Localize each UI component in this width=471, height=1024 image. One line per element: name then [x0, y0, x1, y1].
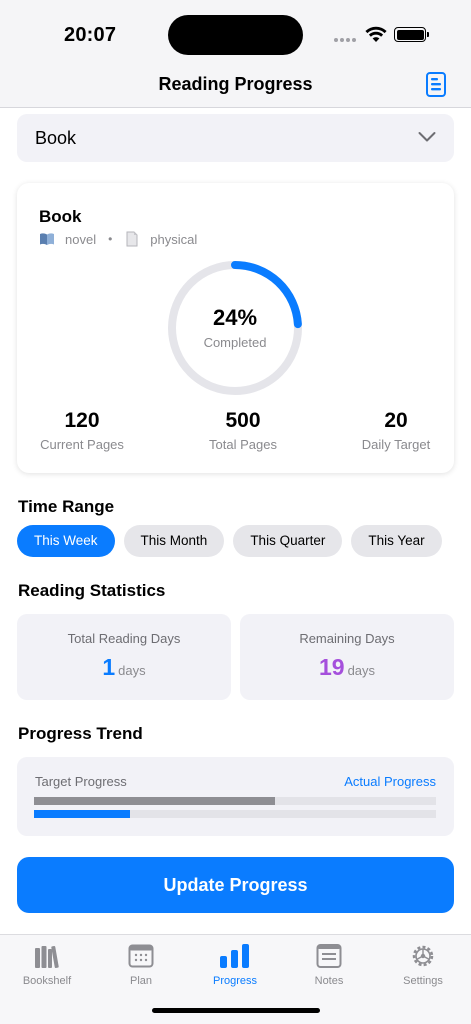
book-picker-value: Book: [35, 128, 77, 148]
total-pages-value: 500: [225, 409, 261, 432]
actual-progress-bar: [34, 810, 436, 818]
tab-settings[interactable]: Settings: [376, 943, 470, 987]
book-format: physical: [150, 231, 198, 247]
total-pages-stat: 500 Total Pages: [188, 409, 298, 452]
total-reading-days-card: Total Reading Days 1 days: [17, 614, 231, 700]
battery-icon: [394, 27, 429, 42]
time-range-title: Time Range: [18, 497, 115, 516]
tab-notes[interactable]: Notes: [282, 943, 376, 987]
time-range-segmented-control: This Week This Month This Quarter This Y…: [17, 525, 442, 557]
current-pages-stat: 120 Current Pages: [27, 409, 137, 452]
total-reading-days-label: Total Reading Days: [67, 631, 181, 646]
open-book-icon: [40, 233, 54, 245]
time-range-this-year[interactable]: This Year: [351, 525, 442, 557]
book-genre: novel: [65, 231, 97, 247]
total-reading-days-unit: days: [118, 663, 146, 678]
actual-progress-fill: [34, 810, 131, 818]
remaining-days-value: 19: [318, 654, 345, 680]
update-progress-button[interactable]: Update Progress: [17, 857, 454, 913]
time-range-this-quarter[interactable]: This Quarter: [233, 525, 343, 557]
remaining-days-unit: days: [347, 663, 376, 678]
progress-trend-card: Target Progress Actual Progress: [17, 757, 454, 836]
document-icon: [126, 231, 138, 247]
book-meta: novel • physical: [39, 231, 197, 247]
tab-label: Plan: [129, 975, 153, 987]
wifi-icon: [365, 26, 387, 42]
current-pages-value: 120: [64, 409, 100, 432]
remaining-days-card: Remaining Days 19 days: [240, 614, 454, 700]
tab-bookshelf[interactable]: Bookshelf: [0, 943, 94, 987]
tab-progress[interactable]: Progress: [188, 943, 282, 987]
navigation-bar: Reading Progress: [0, 60, 471, 108]
books-icon: [35, 945, 59, 969]
total-pages-label: Total Pages: [209, 437, 277, 452]
status-bar: 20:07: [0, 0, 471, 60]
actual-progress-label: Actual Progress: [344, 774, 436, 789]
notes-icon: [316, 944, 342, 968]
current-pages-label: Current Pages: [40, 437, 124, 452]
target-progress-bar: [34, 797, 436, 805]
tab-label: Progress: [212, 975, 258, 987]
dynamic-island: [168, 15, 303, 55]
calendar-icon: [128, 944, 154, 968]
daily-target-label: Daily Target: [361, 437, 431, 452]
book-picker[interactable]: Book: [17, 114, 454, 162]
progress-caption: Completed: [203, 335, 267, 350]
cellular-signal-icon: [334, 38, 356, 42]
tab-label: Settings: [403, 975, 443, 987]
book-progress-card: Book novel • physical 24% Completed 120 …: [17, 183, 454, 473]
progress-trend-title: Progress Trend: [18, 724, 143, 743]
bar-chart-icon: [220, 944, 249, 968]
home-indicator: [152, 1008, 320, 1013]
daily-target-stat: 20 Daily Target: [341, 409, 451, 452]
tab-plan[interactable]: Plan: [94, 943, 188, 987]
tab-label: Notes: [314, 975, 344, 987]
progress-percent: 24%: [212, 305, 258, 330]
book-title: Book: [39, 207, 82, 226]
target-progress-label: Target Progress: [35, 774, 127, 789]
page-title: Reading Progress: [158, 74, 313, 94]
reading-statistics-title: Reading Statistics: [18, 581, 166, 600]
remaining-days-label: Remaining Days: [299, 631, 395, 646]
total-reading-days-value: 1: [102, 654, 116, 680]
time-range-this-month[interactable]: This Month: [123, 525, 225, 557]
document-list-icon[interactable]: [426, 72, 446, 97]
separator-dot: •: [108, 232, 113, 246]
chevron-down-icon: [418, 132, 436, 142]
daily-target-value: 20: [384, 409, 408, 432]
target-progress-fill: [34, 797, 276, 805]
time-range-this-week[interactable]: This Week: [17, 525, 115, 557]
tab-label: Bookshelf: [22, 975, 72, 987]
status-time: 20:07: [64, 24, 117, 46]
gear-icon: [412, 945, 434, 967]
